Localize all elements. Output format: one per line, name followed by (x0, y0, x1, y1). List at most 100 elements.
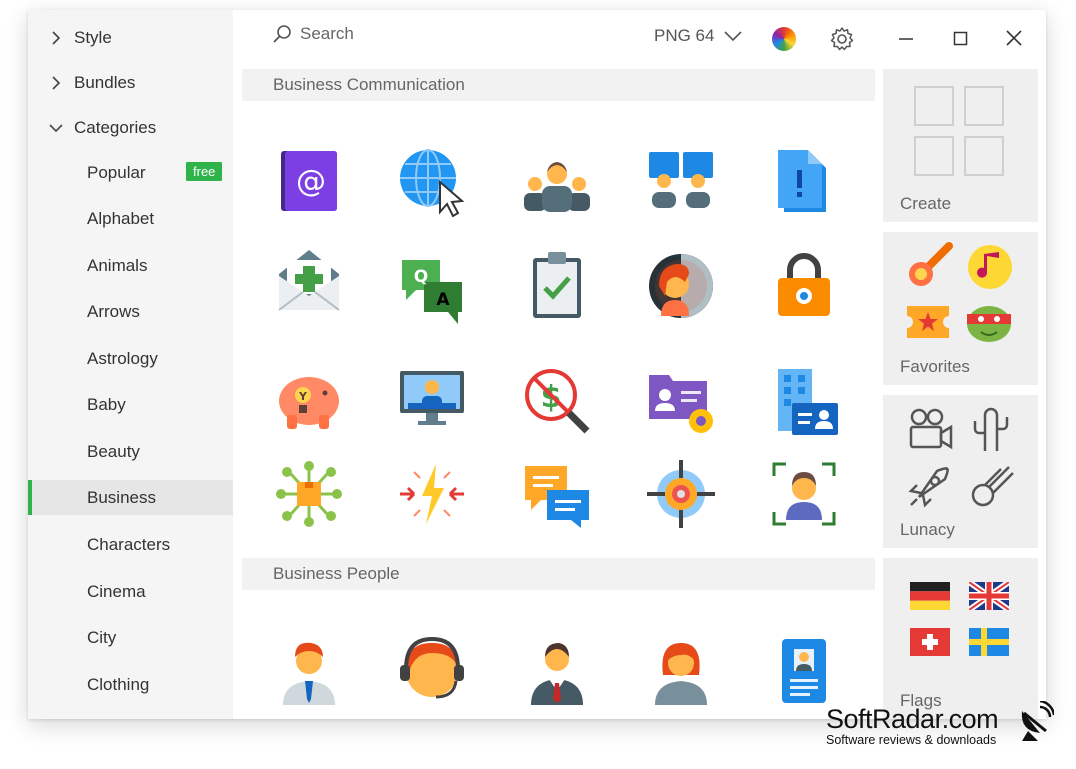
sidebar-item-label: Bundles (74, 73, 136, 92)
face-id-icon[interactable] (768, 458, 840, 530)
sweden-flag-icon (969, 628, 1009, 656)
grid-icon (914, 86, 1004, 176)
sidebar-item-beauty[interactable]: Beauty (28, 432, 233, 472)
sidebar-item-label: Categories (74, 118, 157, 137)
qa-chat-icon[interactable]: Q A (396, 254, 468, 326)
office-building-id-icon[interactable] (768, 365, 840, 437)
support-headset-icon[interactable] (396, 635, 468, 707)
cactus-icon (973, 407, 1009, 451)
web-click-icon[interactable] (396, 146, 468, 218)
app-window: Style Bundles Categories Popular free Al… (28, 10, 1046, 719)
minimize-icon[interactable] (898, 30, 914, 46)
close-icon[interactable] (1006, 30, 1022, 46)
maximize-icon[interactable] (953, 31, 968, 46)
user-profile-icon[interactable] (645, 250, 717, 322)
sidebar-item-label: Style (74, 28, 112, 47)
piggy-bank-icon[interactable]: Y (273, 365, 345, 437)
sidebar-item-label: Baby (87, 395, 126, 414)
format-dropdown[interactable]: PNG 64 (654, 26, 743, 46)
watermark-title: SoftRadar.com (826, 704, 999, 734)
sidebar-item-cinema[interactable]: Cinema (28, 572, 233, 612)
svg-text:Q: Q (414, 267, 428, 287)
sidebar-item-style[interactable]: Style (28, 18, 251, 58)
svg-text:@: @ (296, 164, 326, 199)
id-card-icon[interactable] (768, 635, 840, 707)
businessman-icon[interactable] (273, 635, 345, 707)
sidebar-item-label: Characters (87, 535, 171, 554)
sidebar-item-label: City (87, 628, 117, 647)
search-box[interactable]: Search (272, 24, 354, 44)
search-icon (273, 25, 291, 43)
movie-camera-icon (909, 408, 953, 450)
business-card-settings-icon[interactable] (645, 365, 717, 437)
sidebar-item-alphabet[interactable]: Alphabet (28, 199, 233, 239)
sidebar-item-label: Alphabet (87, 209, 155, 228)
conflict-lightning-icon[interactable] (396, 458, 468, 530)
switzerland-flag-icon (910, 628, 950, 656)
ticket-icon (907, 306, 949, 338)
section-header-business-communication: Business Communication (242, 69, 875, 101)
sidebar-item-label: Popular (87, 163, 146, 182)
sidebar-item-city[interactable]: City (28, 618, 233, 658)
favorites-card[interactable]: Favorites (883, 232, 1038, 385)
sidebar-item-astrology[interactable]: Astrology (28, 339, 233, 379)
chevron-right-icon (52, 76, 61, 90)
padlock-icon[interactable] (768, 250, 840, 322)
network-box-icon[interactable] (273, 458, 345, 530)
manager-icon[interactable] (521, 635, 593, 707)
sidebar-item-clothing[interactable]: Clothing (28, 665, 233, 705)
sidebar-item-business[interactable]: Business (28, 480, 233, 515)
format-label: PNG 64 (654, 26, 715, 45)
free-badge: free (186, 162, 223, 181)
gear-icon[interactable] (829, 26, 855, 52)
card-label: Create (900, 194, 952, 213)
sidebar-item-categories[interactable]: Categories (28, 108, 251, 148)
create-card[interactable]: Create (883, 69, 1038, 222)
speech-bubbles-icon[interactable] (521, 458, 593, 530)
sidebar-item-label: Business (87, 487, 156, 507)
sidebar-item-popular[interactable]: Popular free (28, 153, 233, 193)
checklist-icon[interactable] (521, 250, 593, 322)
sidebar-item-characters[interactable]: Characters (28, 525, 233, 565)
video-conference-icon[interactable] (645, 146, 717, 218)
sidebar-item-baby[interactable]: Baby (28, 385, 233, 425)
comet-outline-icon (971, 466, 1014, 507)
section-header-business-people: Business People (242, 558, 875, 590)
svg-text:Y: Y (298, 390, 308, 403)
lunacy-card[interactable]: Lunacy (883, 395, 1038, 548)
softradar-watermark: SoftRadar.com Software reviews & downloa… (826, 704, 999, 747)
card-label: Lunacy (900, 520, 955, 539)
sidebar-item-label: Clothing (87, 675, 150, 694)
chevron-down-icon (724, 31, 743, 42)
email-icon[interactable]: @ (273, 145, 345, 217)
sidebar: Style Bundles Categories Popular free Al… (28, 10, 233, 719)
chevron-right-icon (52, 31, 61, 45)
online-presentation-icon[interactable] (396, 365, 468, 437)
target-icon[interactable] (645, 458, 717, 530)
flags-card[interactable]: Flags (883, 558, 1038, 719)
businesswoman-icon[interactable] (645, 635, 717, 707)
ninja-turtle-icon (967, 306, 1011, 342)
sidebar-item-bundles[interactable]: Bundles (28, 63, 251, 103)
sidebar-item-label: Astrology (87, 349, 158, 368)
sidebar-item-label: Animals (87, 256, 148, 275)
card-label: Favorites (900, 357, 970, 376)
sidebar-item-label: Cinema (87, 582, 146, 601)
search-placeholder: Search (300, 24, 354, 43)
music-note-icon (968, 245, 1012, 289)
sidebar-item-animals[interactable]: Animals (28, 246, 233, 286)
watermark-subtitle: Software reviews & downloads (826, 733, 997, 747)
comet-icon (909, 242, 953, 286)
important-document-icon[interactable] (768, 146, 840, 218)
no-money-search-icon[interactable]: $ (521, 365, 593, 437)
svg-text:A: A (436, 290, 450, 310)
sidebar-item-label: Beauty (87, 442, 140, 461)
color-wheel-icon[interactable] (772, 27, 796, 51)
team-icon[interactable] (521, 148, 593, 220)
germany-flag-icon (910, 582, 950, 610)
sidebar-item-label: Arrows (87, 302, 140, 321)
satellite-dish-icon (1021, 701, 1054, 741)
sidebar-item-arrows[interactable]: Arrows (28, 292, 233, 332)
add-mail-icon[interactable] (273, 246, 345, 318)
uk-flag-icon (969, 582, 1009, 610)
